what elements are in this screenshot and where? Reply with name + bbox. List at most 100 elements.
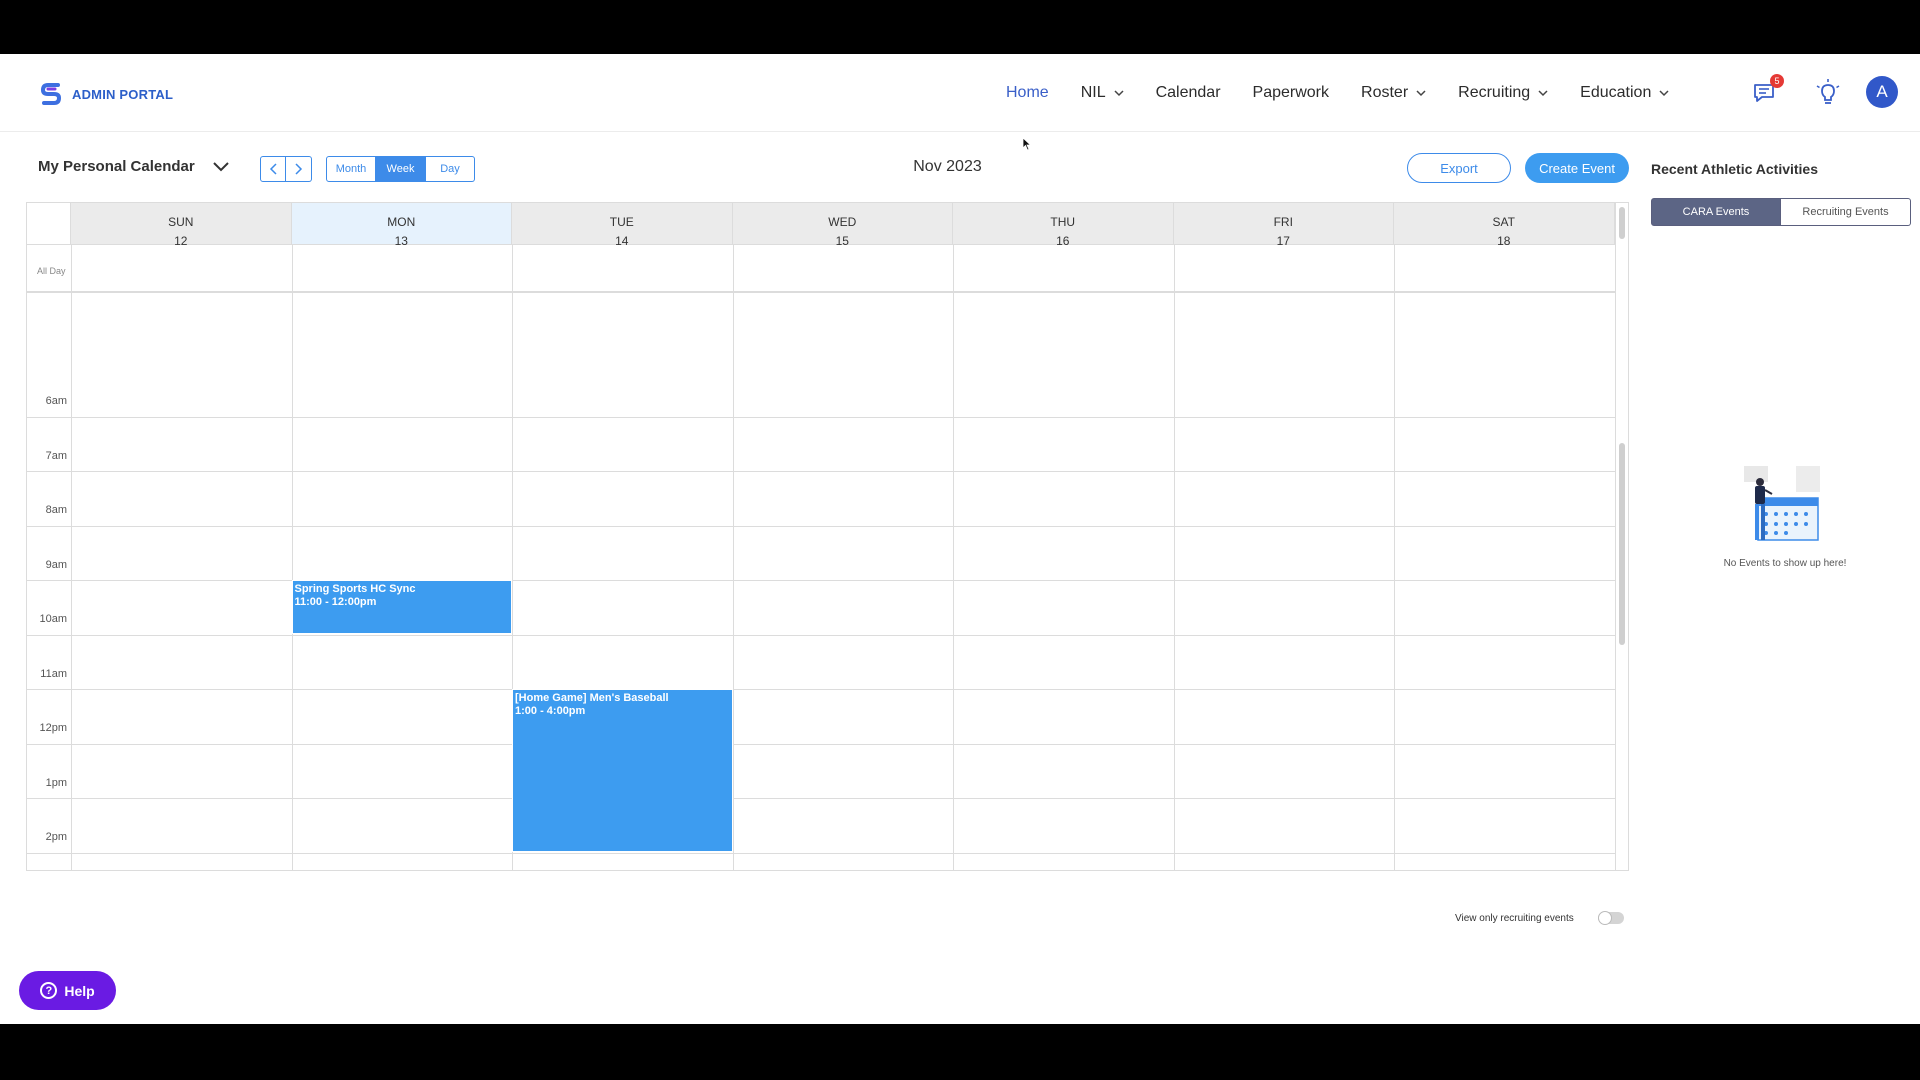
day-number: 13 (394, 234, 408, 248)
time-label: 10am (39, 613, 67, 626)
day-number: 15 (835, 234, 849, 248)
time-label: 7am (45, 449, 67, 462)
calendar-scroll-thumb[interactable] (1619, 443, 1625, 645)
day-number: 12 (174, 234, 188, 248)
calendar-event[interactable]: Spring Sports HC Sync 11:00 - 12:00pm (291, 579, 512, 634)
nav-label: Home (1006, 84, 1049, 101)
day-column-divider (1394, 245, 1395, 870)
event-title: [Home Game] Men's Baseball (515, 691, 669, 704)
nav-calendar[interactable]: Calendar (1156, 84, 1221, 102)
day-header-wed[interactable]: WED 15 (732, 203, 953, 248)
question-icon: ? (40, 982, 58, 999)
day-header-sat[interactable]: SAT 18 (1394, 203, 1615, 248)
event-time: 1:00 - 4:00pm (515, 704, 586, 717)
day-header-tue[interactable]: TUE 14 (512, 203, 733, 248)
chevron-down-icon (1114, 90, 1124, 97)
empty-state-text: No Events to show up here! (1723, 558, 1847, 569)
recruiting-only-toggle[interactable] (1598, 911, 1624, 925)
view-day-button[interactable]: Day (426, 156, 475, 182)
day-name: MON (387, 215, 416, 229)
day-number: 14 (615, 234, 629, 248)
time-gutter-header (27, 203, 71, 245)
day-header-fri[interactable]: FRI 17 (1173, 203, 1394, 248)
nav-home[interactable]: Home (1006, 84, 1049, 102)
hour-divider (27, 852, 1615, 854)
messages-button[interactable]: 5 (1752, 74, 1784, 108)
main-nav: Home NIL Calendar Paperwork Roster Recruiting… (1006, 84, 1701, 102)
mouse-cursor-icon (1022, 137, 1032, 151)
header-scroll-thumb[interactable] (1619, 207, 1625, 239)
hour-divider (27, 634, 1615, 636)
time-label: 2pm (45, 831, 67, 844)
calendar-selector-label: My Personal Calendar (38, 158, 195, 175)
time-label: 6am (45, 395, 67, 408)
hour-divider (27, 580, 1615, 581)
brand[interactable]: ADMIN PORTAL (40, 82, 173, 106)
hour-divider (27, 689, 1615, 690)
current-period: Nov 2023 (913, 158, 982, 175)
view-switcher: Month Week Day (326, 156, 475, 182)
hour-divider (27, 525, 1615, 527)
nav-education[interactable]: Education (1580, 84, 1669, 102)
chevron-down-icon (1416, 90, 1426, 97)
chevron-right-icon (294, 163, 302, 175)
next-period-button[interactable] (286, 156, 312, 182)
day-column-divider (291, 245, 293, 870)
day-header-mon[interactable]: MON 13 (291, 203, 512, 248)
nav-label: Paperwork (1252, 84, 1330, 101)
view-week-button[interactable]: Week (376, 156, 426, 182)
tab-recruiting-events[interactable]: Recruiting Events (1781, 198, 1911, 226)
time-label: 1pm (45, 776, 67, 789)
user-avatar[interactable]: A (1866, 76, 1898, 108)
empty-calendar-illustration (1744, 466, 1820, 541)
nav-label: Roster (1361, 84, 1409, 101)
all-day-row[interactable]: All Day (27, 245, 1615, 293)
day-name: SUN (168, 215, 194, 229)
nav-label: Calendar (1155, 84, 1221, 101)
ideas-button[interactable] (1813, 78, 1843, 108)
nav-recruiting[interactable]: Recruiting (1458, 84, 1548, 102)
nav-paperwork[interactable]: Paperwork (1253, 84, 1329, 102)
hour-divider (27, 416, 1615, 418)
view-month-button[interactable]: Month (326, 156, 376, 182)
toggle-knob (1598, 911, 1612, 925)
nav-nil[interactable]: NIL (1081, 84, 1124, 102)
nav-label: NIL (1080, 84, 1106, 101)
create-event-button[interactable]: Create Event (1525, 153, 1629, 183)
all-day-label: All Day (37, 266, 66, 276)
week-calendar: All Day SUN 12 MON 13 TUE 14 WED 15 THU 16 FRI 17 SA… (26, 202, 1629, 871)
help-button[interactable]: ? Help (19, 971, 116, 1010)
day-header-sun[interactable]: SUN 12 (71, 203, 292, 248)
hour-divider (27, 743, 1615, 745)
brand-logo-icon (40, 83, 62, 105)
calendar-selector[interactable]: My Personal Calendar (38, 158, 229, 175)
nav-roster[interactable]: Roster (1361, 84, 1426, 102)
day-name: WED (828, 215, 857, 229)
panel-title: Recent Athletic Activities (1651, 161, 1819, 177)
day-number: 17 (1276, 234, 1290, 248)
recruiting-toggle-label: View only recruiting events (1455, 913, 1574, 924)
chevron-left-icon (269, 163, 277, 175)
time-label: 12pm (39, 722, 67, 735)
top-header: ADMIN PORTAL Home NIL Calendar Paperwork Ros… (0, 54, 1920, 132)
day-column-divider (732, 245, 734, 870)
day-name: SAT (1492, 215, 1515, 229)
day-number: 16 (1056, 234, 1070, 248)
grid-right-border (1614, 203, 1616, 870)
lightbulb-icon (1816, 79, 1840, 104)
chevron-down-icon (1538, 90, 1548, 97)
tab-cara-events[interactable]: CARA Events (1651, 198, 1781, 226)
export-button[interactable]: Export (1407, 153, 1511, 183)
day-header-thu[interactable]: THU 16 (953, 203, 1174, 248)
hour-divider (27, 798, 1615, 799)
chevron-down-icon (1659, 90, 1669, 97)
help-label: Help (64, 982, 95, 999)
day-column-divider (1173, 245, 1175, 870)
time-label: 9am (45, 558, 67, 571)
calendar-event[interactable]: [Home Game] Men's Baseball 1:00 - 4:00pm (512, 688, 733, 852)
activity-tabs: CARA Events Recruiting Events (1651, 198, 1911, 226)
day-name: FRI (1273, 215, 1293, 229)
day-name: TUE (609, 215, 634, 229)
time-label: 11am (40, 667, 67, 680)
previous-period-button[interactable] (260, 156, 286, 182)
